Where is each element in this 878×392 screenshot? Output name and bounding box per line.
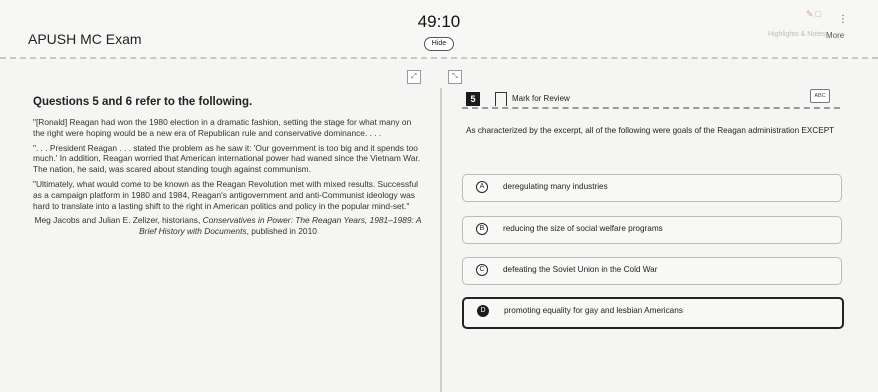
exam-title: APUSH MC Exam	[28, 31, 142, 47]
more-button[interactable]: More	[826, 31, 844, 40]
answer-choice-a[interactable]: A deregulating many industries	[462, 174, 842, 202]
answer-choice-c[interactable]: C defeating the Soviet Union in the Cold…	[462, 257, 842, 285]
highlights-notes-button[interactable]: Highlights & Notes	[768, 31, 826, 38]
choice-text: deregulating many industries	[503, 182, 608, 191]
choice-letter: B	[476, 223, 488, 235]
choice-text: reducing the size of social welfare prog…	[503, 224, 663, 233]
answer-choice-d[interactable]: D promoting equality for gay and lesbian…	[462, 297, 844, 329]
question-number: 5	[466, 92, 480, 106]
choice-letter: C	[476, 264, 488, 276]
abc-strikethrough-icon[interactable]: ABC	[810, 89, 830, 103]
choice-letter: D	[477, 305, 489, 317]
pane-divider[interactable]	[440, 88, 442, 392]
choice-text: defeating the Soviet Union in the Cold W…	[503, 265, 658, 274]
expand-right-icon[interactable]: ⤡	[448, 70, 462, 84]
attribution-date: , published in 2010	[246, 226, 317, 237]
choice-text: promoting equality for gay and lesbian A…	[504, 306, 683, 315]
expand-left-icon[interactable]: ⤢	[407, 70, 421, 84]
bookmark-icon[interactable]	[495, 92, 507, 106]
passage-paragraph: "[Ronald] Reagan had won the 1980 electi…	[33, 117, 412, 138]
passage-heading: Questions 5 and 6 refer to the following…	[33, 96, 253, 108]
mark-for-review-button[interactable]: Mark for Review	[512, 94, 570, 103]
passage-paragraph: "Ultimately, what would come to be known…	[33, 178, 418, 211]
highlight-pen-icon[interactable]: ✎□	[806, 9, 823, 20]
attribution-authors: Meg Jacobs and Julian E. Zelizer, histor…	[34, 215, 203, 226]
choice-letter: A	[476, 181, 488, 193]
header-divider	[0, 57, 878, 59]
top-bar: APUSH MC Exam 49:10 Hide ✎□ Highlights &…	[0, 0, 878, 58]
answer-choice-b[interactable]: B reducing the size of social welfare pr…	[462, 216, 842, 244]
timer: 49:10	[417, 12, 461, 31]
hide-timer-button[interactable]: Hide	[424, 37, 454, 51]
question-prompt: As characterized by the excerpt, all of …	[466, 126, 835, 135]
passage-paragraph: ". . . President Reagan . . . stated the…	[33, 142, 421, 175]
passage: "[Ronald] Reagan had won the 1980 electi…	[33, 117, 423, 241]
passage-attribution: Meg Jacobs and Julian E. Zelizer, histor…	[33, 215, 423, 237]
question-divider	[462, 107, 840, 109]
more-vertical-icon[interactable]: ⋮	[838, 14, 848, 25]
